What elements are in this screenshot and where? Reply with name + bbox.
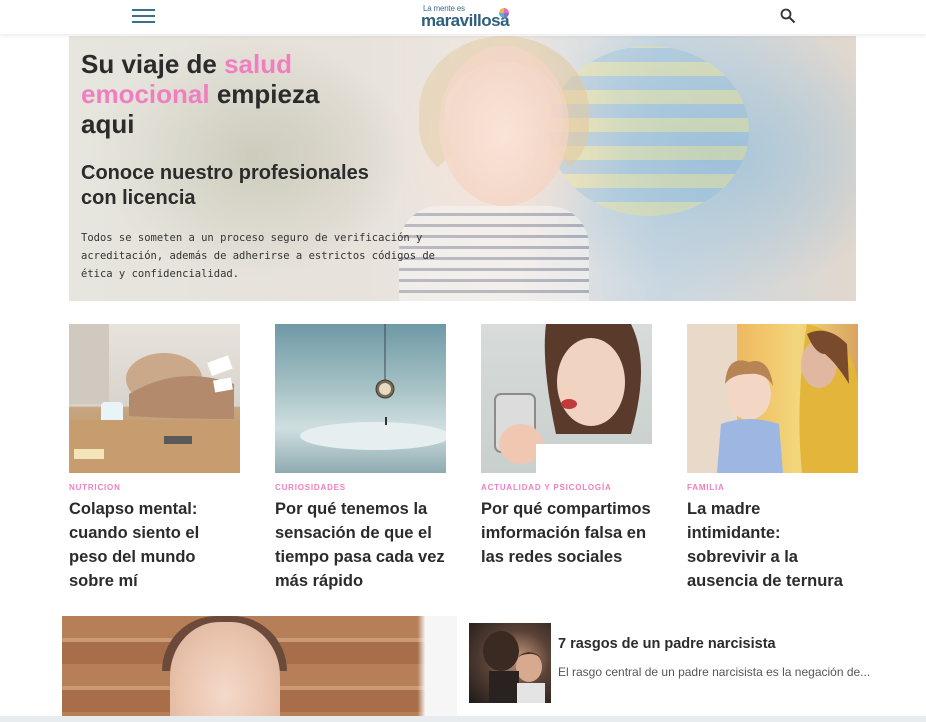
article-image-illustration [69,324,240,473]
featured-article-image[interactable] [62,616,457,722]
article-image-illustration [300,324,446,450]
article-card[interactable]: CURIOSIDADES Por qué tenemos la sensació… [275,324,446,593]
hero-banner[interactable]: Su viaje de salud emocional empieza aqui… [69,36,856,301]
article-title[interactable]: La madre intimidante: sobrevivir a la au… [687,497,858,593]
hero-subtitle: Conoce nuestro profesionales con licenci… [81,162,369,209]
horizontal-scrollbar[interactable] [0,716,926,722]
article-title[interactable]: Colapso mental: cuando siento el peso de… [69,497,240,593]
article-image[interactable] [481,324,652,473]
article-title[interactable]: Por qué tenemos la sensación de que el t… [275,497,446,593]
article-category[interactable]: ACTUALIDAD Y PSICOLOGÍA [481,483,652,492]
logo-colorful-dot [499,8,509,18]
article-category[interactable]: FAMILIA [687,483,858,492]
article-card[interactable]: NUTRICION Colapso mental: cuando siento … [69,324,240,593]
side-article[interactable]: 7 rasgos de un padre narcisista El rasgo… [469,623,879,703]
article-title[interactable]: Por qué compartimos imformación falsa en… [481,497,652,569]
hero-title: Su viaje de salud emocional empieza aqui [81,49,351,139]
article-card[interactable]: FAMILIA La madre intimidante: sobrevivir… [687,324,858,593]
article-category[interactable]: NUTRICION [69,483,240,492]
side-article-illustration [483,631,545,703]
article-image[interactable] [687,324,858,473]
article-image-illustration [494,324,652,473]
article-card[interactable]: ACTUALIDAD Y PSICOLOGÍA Por qué comparti… [481,324,652,569]
featured-image-overlay [62,616,457,722]
site-logo[interactable]: La mente es maravillosa [421,4,521,30]
top-navigation-bar: La mente es maravillosa [0,0,926,34]
side-article-excerpt: El rasgo central de un padre narcisista … [558,665,870,679]
hero-description: Todos se someten a un proceso seguro de … [81,232,436,280]
side-article-image[interactable] [469,623,551,703]
logo-main-text: maravillosa [421,11,510,30]
article-category[interactable]: CURIOSIDADES [275,483,446,492]
article-image-illustration [687,324,858,473]
search-icon[interactable] [780,8,796,24]
hamburger-menu-icon[interactable] [132,9,155,25]
side-article-title[interactable]: 7 rasgos de un padre narcisista [558,636,776,652]
article-image[interactable] [69,324,240,473]
article-image[interactable] [275,324,446,473]
hero-title-part1: Su viaje de [81,49,225,79]
